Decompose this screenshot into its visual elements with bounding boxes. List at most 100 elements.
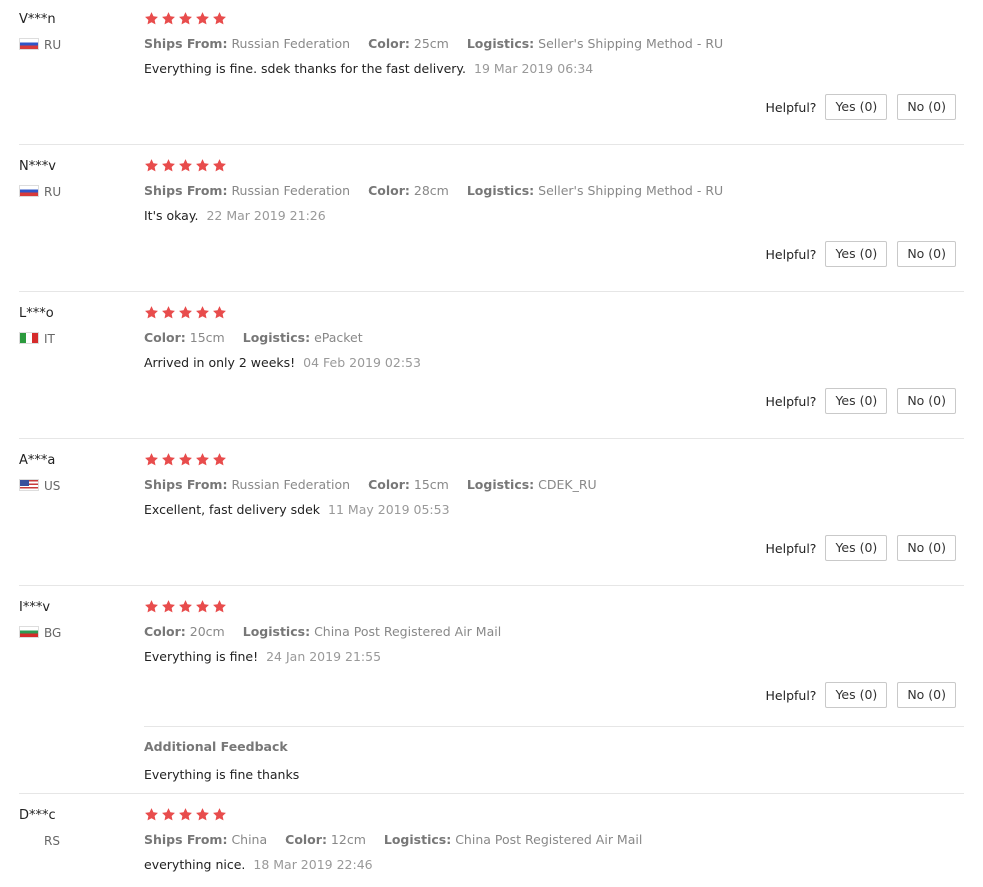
star-icon [195,305,210,320]
helpful-no-button[interactable]: No (0) [897,682,956,708]
review-content: Ships From: Russian Federation Color: 25… [144,11,964,77]
comment-text: It's okay. [144,208,199,223]
helpful-label: Helpful? [765,540,817,556]
helpful-yes-button[interactable]: Yes (0) [825,241,888,267]
review-divider [19,585,964,586]
reviewer-country: US [19,478,129,494]
star-icon [195,11,210,26]
russia-flag-icon [19,185,39,197]
star-icon [178,305,193,320]
review-content: Ships From: China Color: 12cm Logistics:… [144,807,964,873]
helpful-no-button[interactable]: No (0) [897,535,956,561]
comment-text: everything nice. [144,857,246,872]
helpful-label: Helpful? [765,687,817,703]
review-comment: Everything is fine! 24 Jan 2019 21:55 [144,649,964,665]
review-meta: Ships From: Russian Federation Color: 28… [144,183,964,199]
logistics-value: China Post Registered Air Mail [455,832,643,847]
star-icon [161,305,176,320]
helpful-label: Helpful? [765,246,817,262]
color-label: Color: [368,183,410,198]
additional-feedback: Additional Feedback Everything is fine t… [144,739,964,783]
helpful-no-button[interactable]: No (0) [897,388,956,414]
star-icon [195,599,210,614]
star-icon [195,807,210,822]
star-icon [144,599,159,614]
country-code: BG [44,626,62,640]
ships-from-value: China [231,832,268,847]
helpful-yes-button[interactable]: Yes (0) [825,535,888,561]
star-rating [144,452,964,470]
reviewer-info: A***a US [19,452,129,494]
star-icon [212,305,227,320]
review-date: 18 Mar 2019 22:46 [253,857,373,872]
logistics-label: Logistics: [242,330,311,345]
review-date: 24 Jan 2019 21:55 [266,649,382,664]
star-icon [195,452,210,467]
helpful-row: Helpful? Yes (0) No (0) [766,682,956,708]
reviewer-info: I***v BG [19,599,129,641]
star-icon [161,599,176,614]
helpful-yes-button[interactable]: Yes (0) [825,388,888,414]
reviewer-name: N***v [19,159,56,174]
star-rating [144,599,964,617]
star-icon [178,452,193,467]
logistics-value: China Post Registered Air Mail [314,624,502,639]
review-date: 22 Mar 2019 21:26 [206,208,326,223]
review-meta: Ships From: Russian Federation Color: 25… [144,36,964,52]
review-content: Color: 15cm Logistics: ePacket Arrived i… [144,305,964,371]
color-value: 25cm [413,36,449,51]
color-label: Color: [368,36,410,51]
logistics-value: CDEK_RU [538,477,597,492]
italy-flag-icon [19,332,39,344]
review-date: 11 May 2019 05:53 [328,502,450,517]
reviewer-name: L***o [19,306,54,321]
review-comment: everything nice. 18 Mar 2019 22:46 [144,857,964,873]
reviewer-name: I***v [19,600,51,615]
logistics-value: Seller's Shipping Method - RU [538,36,724,51]
review-date: 19 Mar 2019 06:34 [474,61,594,76]
comment-text: Excellent, fast delivery sdek [144,502,321,517]
helpful-no-button[interactable]: No (0) [897,94,956,120]
review-content: Ships From: Russian Federation Color: 28… [144,158,964,224]
star-rating [144,305,964,323]
reviewer-country: RS [19,833,129,849]
comment-text: Everything is fine. sdek thanks for the … [144,61,467,76]
star-icon [161,11,176,26]
star-icon [178,807,193,822]
review-content: Ships From: Russian Federation Color: 15… [144,452,964,518]
review-date: 04 Feb 2019 02:53 [303,355,421,370]
star-icon [212,452,227,467]
star-icon [144,11,159,26]
logistics-label: Logistics: [466,36,535,51]
reviewer-info: V***n RU [19,11,129,53]
helpful-yes-button[interactable]: Yes (0) [825,94,888,120]
usa-flag-icon [19,479,39,491]
ships-from-value: Russian Federation [231,477,351,492]
comment-text: Arrived in only 2 weeks! [144,355,296,370]
reviewer-name: V***n [19,12,56,27]
star-icon [161,807,176,822]
helpful-row: Helpful? Yes (0) No (0) [766,535,956,561]
star-icon [212,807,227,822]
country-code: US [44,479,61,493]
star-icon [144,452,159,467]
logistics-value: ePacket [314,330,363,345]
helpful-yes-button[interactable]: Yes (0) [825,682,888,708]
review-comment: Excellent, fast delivery sdek 11 May 2019… [144,502,964,518]
comment-text: Everything is fine! [144,649,259,664]
helpful-label: Helpful? [765,393,817,409]
ships-from-label: Ships From: [144,36,228,51]
star-icon [161,158,176,173]
review-meta: Color: 15cm Logistics: ePacket [144,330,964,346]
color-value: 15cm [413,477,449,492]
additional-feedback-text: Everything is fine thanks [144,767,300,782]
star-icon [161,452,176,467]
logistics-value: Seller's Shipping Method - RU [538,183,724,198]
review-comment: Arrived in only 2 weeks! 04 Feb 2019 02:5… [144,355,964,371]
reviewer-info: N***v RU [19,158,129,200]
reviewer-name: D***c [19,808,56,823]
helpful-no-button[interactable]: No (0) [897,241,956,267]
review-divider [19,793,964,794]
star-icon [144,807,159,822]
color-value: 15cm [189,330,225,345]
